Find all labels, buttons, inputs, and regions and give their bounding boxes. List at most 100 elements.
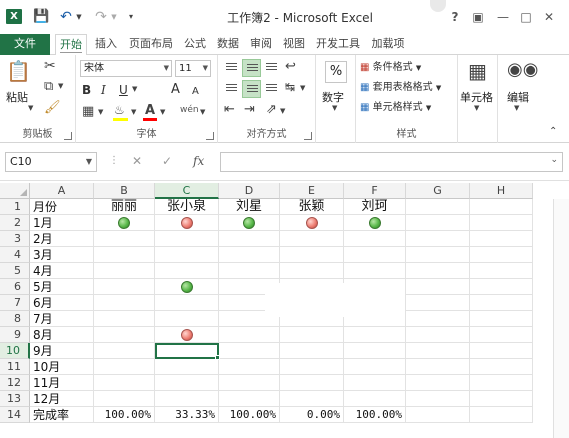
paste-icon[interactable]: 📋: [6, 61, 31, 85]
column-header-e[interactable]: E: [280, 183, 344, 199]
cell-e10[interactable]: [280, 343, 344, 359]
cell-c7[interactable]: [155, 295, 219, 311]
cell-g3[interactable]: [406, 231, 470, 247]
cell-b3[interactable]: [94, 231, 155, 247]
underline-dropdown-icon[interactable]: ▼: [132, 86, 137, 93]
cell-c14[interactable]: 33.33%: [155, 407, 219, 423]
number-format-button[interactable]: 数字: [322, 89, 344, 105]
cell-c10[interactable]: [155, 343, 219, 359]
fill-color-button[interactable]: ♨: [112, 103, 130, 123]
cell-c2[interactable]: [155, 215, 219, 231]
cell-b5[interactable]: [94, 263, 155, 279]
cell-c11[interactable]: [155, 359, 219, 375]
insert-function-icon[interactable]: fx: [193, 154, 204, 168]
cell-h3[interactable]: [470, 231, 533, 247]
borders-icon[interactable]: ▦: [82, 105, 94, 118]
tab-developer[interactable]: 开发工具: [312, 34, 364, 55]
cell-a10[interactable]: 9月: [30, 343, 94, 359]
excel-logo-icon[interactable]: X: [6, 9, 22, 24]
cell-f11[interactable]: [344, 359, 406, 375]
cell-h1[interactable]: [470, 199, 533, 215]
middle-align-button[interactable]: [242, 59, 261, 77]
phonetic-guide-button[interactable]: wén: [180, 102, 199, 119]
cell-h5[interactable]: [470, 263, 533, 279]
cell-g2[interactable]: [406, 215, 470, 231]
row-header-4[interactable]: 4: [0, 247, 30, 263]
copy-dropdown-icon[interactable]: ▼: [58, 83, 63, 90]
wrap-text-icon[interactable]: ↩: [285, 60, 296, 73]
cell-h2[interactable]: [470, 215, 533, 231]
alignment-launcher-icon[interactable]: [304, 132, 312, 140]
cell-f13[interactable]: [344, 391, 406, 407]
cell-a7[interactable]: 6月: [30, 295, 94, 311]
merge-dropdown-icon[interactable]: ▼: [300, 85, 305, 92]
cell-d10[interactable]: [219, 343, 280, 359]
column-header-h[interactable]: H: [470, 183, 533, 199]
cell-d3[interactable]: [219, 231, 280, 247]
grow-font-button[interactable]: A: [171, 81, 180, 98]
cell-g7[interactable]: [406, 295, 470, 311]
cell-e2[interactable]: [280, 215, 344, 231]
cell-b10[interactable]: [94, 343, 155, 359]
cell-h9[interactable]: [470, 327, 533, 343]
cell-g8[interactable]: [406, 311, 470, 327]
align-right-button[interactable]: [262, 80, 281, 98]
format-as-table-button[interactable]: ▦ 套用表格格式 ▼: [360, 79, 441, 96]
undo-icon[interactable]: ↶: [58, 8, 74, 26]
row-header-7[interactable]: 7: [0, 295, 30, 311]
bold-button[interactable]: B: [82, 82, 91, 99]
phonetic-dropdown-icon[interactable]: ▼: [200, 109, 205, 116]
cell-c12[interactable]: [155, 375, 219, 391]
font-color-button[interactable]: A: [142, 103, 158, 123]
cell-a12[interactable]: 11月: [30, 375, 94, 391]
enter-icon[interactable]: ✓: [162, 154, 172, 168]
tab-page-layout[interactable]: 页面布局: [125, 34, 177, 55]
row-header-9[interactable]: 9: [0, 327, 30, 343]
cell-f5[interactable]: [344, 263, 406, 279]
save-icon[interactable]: 💾: [33, 8, 49, 26]
cell-e1[interactable]: 张颖: [280, 199, 344, 215]
cell-b4[interactable]: [94, 247, 155, 263]
cell-g9[interactable]: [406, 327, 470, 343]
row-header-11[interactable]: 11: [0, 359, 30, 375]
cell-e12[interactable]: [280, 375, 344, 391]
cell-c4[interactable]: [155, 247, 219, 263]
align-center-button[interactable]: [242, 80, 261, 98]
decrease-indent-icon[interactable]: ⇤: [224, 103, 235, 116]
merge-center-icon[interactable]: ↹: [285, 81, 295, 93]
cell-d12[interactable]: [219, 375, 280, 391]
cell-e4[interactable]: [280, 247, 344, 263]
cell-h11[interactable]: [470, 359, 533, 375]
maximize-button[interactable]: □: [518, 7, 534, 27]
tab-home[interactable]: 开始: [55, 34, 87, 56]
cell-c8[interactable]: [155, 311, 219, 327]
cell-g1[interactable]: [406, 199, 470, 215]
cell-e3[interactable]: [280, 231, 344, 247]
cell-a13[interactable]: 12月: [30, 391, 94, 407]
cell-h7[interactable]: [470, 295, 533, 311]
cell-b2[interactable]: [94, 215, 155, 231]
cell-h10[interactable]: [470, 343, 533, 359]
bottom-align-button[interactable]: [262, 59, 281, 77]
column-header-g[interactable]: G: [406, 183, 470, 199]
orientation-icon[interactable]: ⇗: [266, 103, 277, 116]
undo-dropdown-icon[interactable]: ▼: [75, 8, 83, 26]
percent-icon[interactable]: %: [325, 61, 347, 83]
underline-button[interactable]: U: [119, 82, 128, 99]
cell-f12[interactable]: [344, 375, 406, 391]
column-header-b[interactable]: B: [94, 183, 155, 199]
cell-b14[interactable]: 100.00%: [94, 407, 155, 423]
formula-bar-resize-handle[interactable]: ⋮: [109, 155, 119, 166]
copy-icon[interactable]: ⧉: [44, 80, 53, 93]
cell-a5[interactable]: 4月: [30, 263, 94, 279]
paste-button[interactable]: 粘贴: [6, 89, 28, 105]
row-header-12[interactable]: 12: [0, 375, 30, 391]
cell-f4[interactable]: [344, 247, 406, 263]
row-header-3[interactable]: 3: [0, 231, 30, 247]
cell-g11[interactable]: [406, 359, 470, 375]
cell-f3[interactable]: [344, 231, 406, 247]
cell-a14[interactable]: 完成率: [30, 407, 94, 423]
redo-icon[interactable]: ↷: [93, 8, 109, 26]
cell-b1[interactable]: 丽丽: [94, 199, 155, 215]
minimize-button[interactable]: —: [495, 7, 511, 27]
